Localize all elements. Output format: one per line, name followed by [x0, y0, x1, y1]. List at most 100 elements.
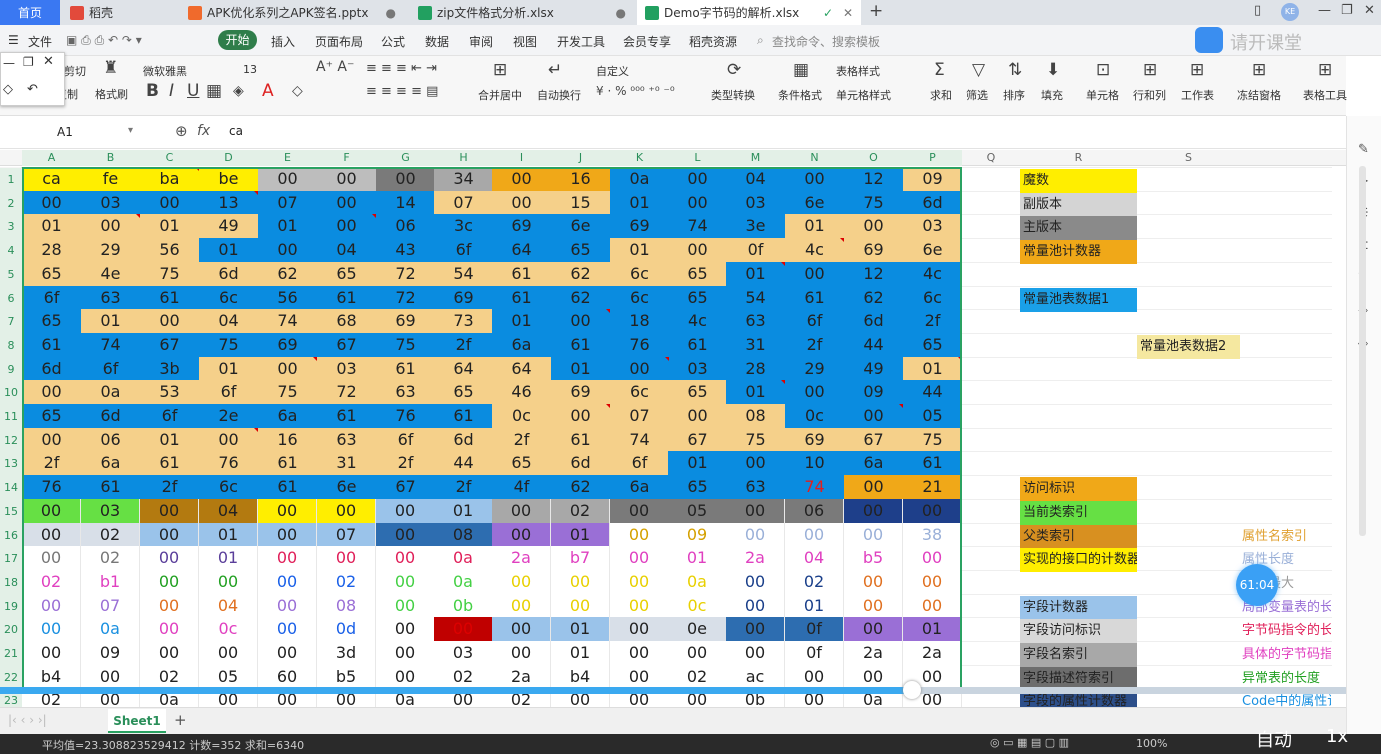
freeze-panes-button[interactable]: 冻结窗格 — [1237, 87, 1281, 103]
hex-cell[interactable]: 00 — [551, 404, 610, 428]
hex-cell[interactable]: 69 — [610, 214, 669, 239]
hex-cell[interactable]: 00 — [726, 593, 785, 618]
legend-label[interactable]: 常量池表数据2 — [1137, 334, 1240, 359]
column-header-s[interactable]: S — [1137, 150, 1240, 166]
italic-button[interactable]: I — [169, 83, 174, 100]
hex-cell[interactable]: 73 — [434, 309, 493, 334]
column-header-d[interactable]: D — [199, 150, 258, 166]
hex-cell[interactable]: 03 — [317, 356, 376, 381]
hex-cell[interactable]: 00 — [844, 617, 903, 642]
hex-cell[interactable]: 01 — [551, 641, 610, 665]
type-convert-button[interactable]: 类型转换 — [711, 87, 755, 103]
hex-cell[interactable]: 3c — [434, 214, 493, 239]
hex-cell[interactable]: 05 — [199, 664, 258, 689]
hex-cell[interactable]: 0c — [199, 617, 258, 642]
hex-cell[interactable]: 6e — [785, 190, 844, 215]
row-header-8[interactable]: 8 — [0, 333, 22, 358]
hex-cell[interactable]: 56 — [140, 238, 199, 263]
hex-cell[interactable]: 00 — [844, 498, 903, 523]
fill-button[interactable]: 填充 — [1041, 87, 1063, 103]
vertical-scrollbar[interactable] — [1359, 166, 1366, 536]
hex-cell[interactable]: 61 — [903, 451, 962, 476]
hex-cell[interactable]: 6a — [492, 332, 551, 357]
hex-cell[interactable]: 64 — [492, 356, 551, 381]
row-header-19[interactable]: 19 — [0, 594, 22, 619]
hex-cell[interactable]: 2f — [434, 475, 493, 500]
hex-cell[interactable]: 65 — [492, 451, 551, 476]
tab-daoke[interactable]: 稻壳 — [62, 0, 174, 25]
hex-cell[interactable]: 03 — [668, 356, 727, 381]
hex-cell[interactable]: 38 — [903, 522, 962, 547]
hex-cell[interactable]: 00 — [610, 617, 669, 642]
hex-cell[interactable]: 06 — [785, 498, 844, 523]
hex-cell[interactable]: 6f — [610, 451, 669, 476]
hex-cell[interactable]: 01 — [610, 190, 669, 215]
format-painter-button[interactable]: 格式刷 — [95, 86, 128, 102]
hex-cell[interactable]: 6d — [434, 427, 493, 452]
menu-member[interactable]: 会员专享 — [623, 33, 671, 50]
hex-cell[interactable]: 06 — [376, 214, 435, 239]
column-header-g[interactable]: G — [376, 150, 435, 166]
clear-format-icon[interactable]: ◇ — [292, 83, 303, 100]
legend-label[interactable]: 字段名索引 — [1020, 643, 1137, 667]
hex-cell[interactable]: 00 — [81, 664, 140, 689]
hex-cell[interactable]: 00 — [140, 617, 199, 642]
comment-indicator[interactable] — [254, 190, 258, 195]
comment-indicator[interactable] — [606, 309, 610, 314]
hex-cell[interactable]: 67 — [140, 332, 199, 357]
hex-cell[interactable]: 00 — [668, 641, 727, 665]
conditional-format-button[interactable]: 条件格式 — [778, 87, 822, 103]
hex-cell[interactable]: 2f — [140, 475, 199, 500]
column-header-h[interactable]: H — [434, 150, 493, 166]
comment-indicator[interactable] — [372, 214, 376, 219]
hex-cell[interactable]: 61 — [317, 404, 376, 428]
hex-cell[interactable]: 62 — [551, 261, 610, 286]
hex-cell[interactable]: 06 — [81, 427, 140, 452]
hex-cell[interactable]: 01 — [551, 522, 610, 547]
column-header-k[interactable]: K — [610, 150, 669, 166]
hex-cell[interactable]: 00 — [610, 664, 669, 689]
hex-cell[interactable]: 2f — [785, 332, 844, 357]
floating-mini-window[interactable]: — ❐ ✕ ◇ ↶ — [0, 52, 65, 106]
hex-cell[interactable]: 74 — [258, 309, 317, 334]
menu-layout[interactable]: 页面布局 — [315, 33, 363, 50]
hex-cell[interactable]: 62 — [844, 285, 903, 310]
menu-dev[interactable]: 开发工具 — [557, 33, 605, 50]
hex-cell[interactable]: 00 — [492, 569, 551, 594]
hex-cell[interactable]: 75 — [844, 190, 903, 215]
row-header-15[interactable]: 15 — [0, 499, 22, 524]
hex-cell[interactable]: 00 — [610, 356, 669, 381]
hex-cell[interactable]: 63 — [81, 285, 140, 310]
hex-cell[interactable]: 00 — [317, 167, 376, 191]
hex-cell[interactable]: 00 — [317, 214, 376, 239]
legend-label[interactable]: 常量池计数器 — [1020, 240, 1137, 265]
cell-style-button[interactable]: 单元格样式 — [836, 87, 891, 103]
hex-cell[interactable]: 01 — [199, 238, 258, 263]
hex-cell[interactable]: 62 — [551, 475, 610, 500]
hex-cell[interactable]: 08 — [726, 404, 785, 428]
merge-center-button[interactable]: 合并居中 — [478, 87, 522, 103]
legend-label[interactable]: 父类索引 — [1020, 524, 1137, 549]
comment-indicator[interactable] — [136, 214, 140, 219]
hex-cell[interactable]: 00 — [610, 522, 669, 547]
hex-cell[interactable]: 00 — [668, 404, 727, 428]
hex-cell[interactable]: 6d — [199, 261, 258, 286]
hex-cell[interactable]: 54 — [726, 285, 785, 310]
row-header-21[interactable]: 21 — [0, 642, 22, 666]
hex-cell[interactable]: 74 — [81, 332, 140, 357]
hex-cell[interactable]: 05 — [903, 404, 962, 428]
legend-label[interactable]: 常量池表数据1 — [1020, 287, 1137, 312]
hex-cell[interactable]: 14 — [376, 190, 435, 215]
hex-cell[interactable]: 04 — [317, 238, 376, 263]
hex-cell[interactable]: 00 — [844, 522, 903, 547]
hex-cell[interactable]: 01 — [258, 214, 317, 239]
column-header-p[interactable]: P — [903, 150, 962, 166]
hex-cell[interactable]: 00 — [785, 380, 844, 405]
hex-cell[interactable]: 00 — [140, 522, 199, 547]
hex-cell[interactable]: 00 — [903, 569, 962, 594]
hex-cell[interactable]: 01 — [81, 309, 140, 334]
row-header-10[interactable]: 10 — [0, 381, 22, 406]
hex-cell[interactable]: 00 — [317, 498, 376, 523]
font-grow-icon[interactable]: A⁺ A⁻ — [316, 59, 354, 76]
hex-cell[interactable]: b5 — [844, 546, 903, 571]
